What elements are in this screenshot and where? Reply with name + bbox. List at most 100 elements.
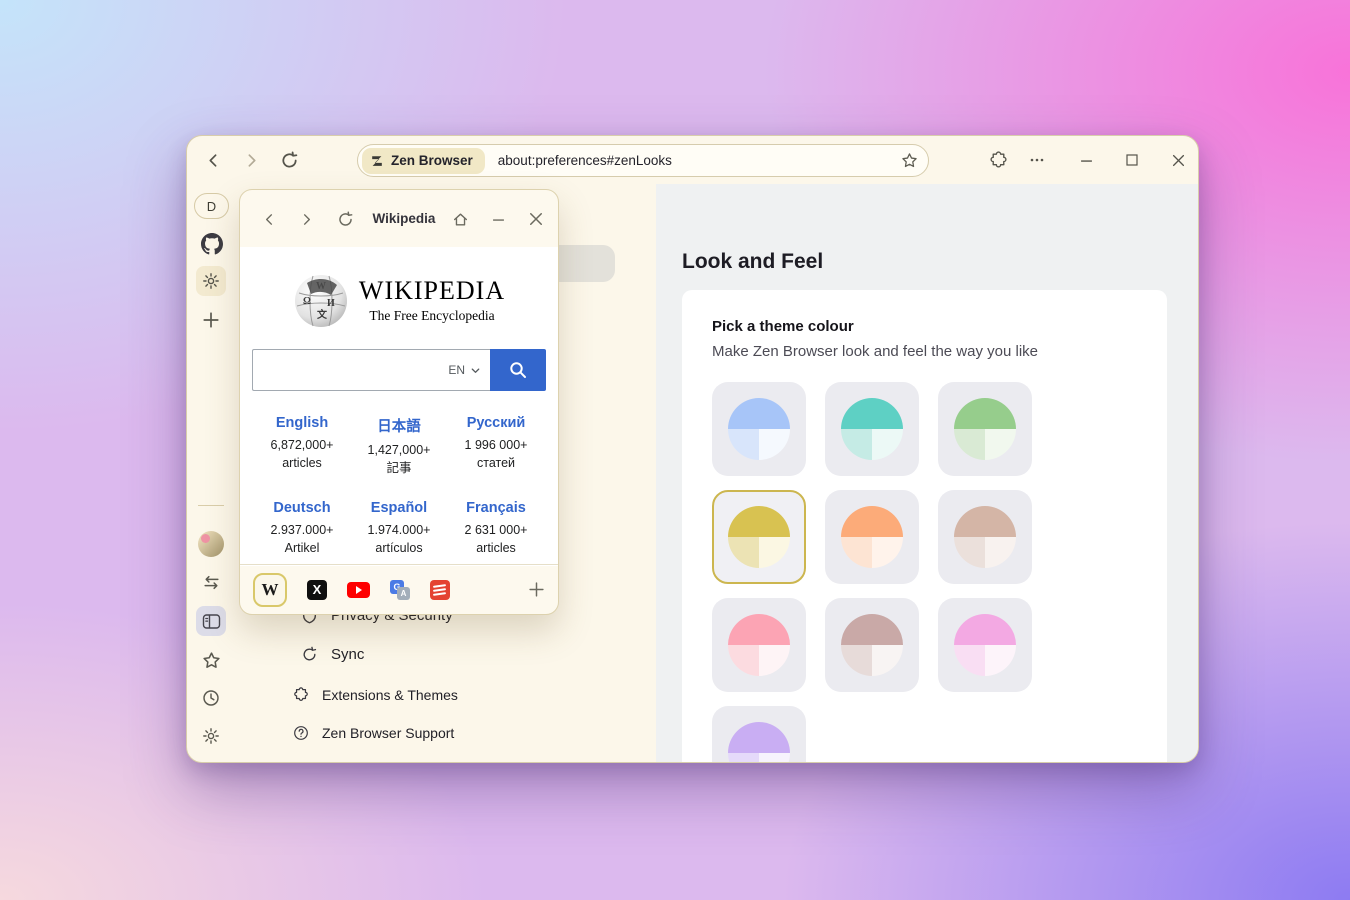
wikipedia-language-link[interactable]: 日本語 1,427,000+記事 (351, 415, 448, 477)
settings-button-bottom[interactable] (197, 723, 225, 749)
glance-reload-button[interactable] (331, 205, 359, 233)
settings-menu-extensions-themes[interactable]: Extensions & Themes (293, 687, 458, 703)
theme-swatch-tile[interactable] (825, 598, 919, 692)
wikipedia-wordmark: WIKIPEDIA (359, 278, 505, 304)
sidebar-item-settings-active[interactable] (196, 266, 226, 296)
forward-button[interactable] (237, 146, 265, 174)
glance-minimize-button[interactable] (484, 205, 512, 233)
glance-home-button[interactable] (446, 205, 474, 233)
pinned-x-twitter-icon[interactable]: X (307, 580, 327, 600)
theme-swatch-tile[interactable] (938, 490, 1032, 584)
zen-browser-tab-chip[interactable]: Zen Browser (362, 148, 485, 174)
pinned-wikipedia-icon[interactable]: W (253, 573, 287, 607)
clock-icon (202, 689, 220, 707)
reload-icon (337, 211, 354, 228)
wikipedia-language-link[interactable]: Français 2 631 000+articles (448, 500, 545, 557)
bookmark-star-button[interactable] (901, 152, 918, 169)
glance-pinned-bar: W X G A (240, 564, 558, 614)
sidebar-panel-icon (202, 613, 221, 630)
svg-text:文: 文 (317, 308, 328, 321)
profile-avatar[interactable] (198, 531, 224, 557)
settings-content-pane: Look and Feel Pick a theme colour Make Z… (656, 184, 1198, 762)
plus-icon (528, 581, 545, 598)
app-menu-button[interactable] (1023, 146, 1051, 174)
theme-swatch-circle (954, 398, 1016, 460)
theme-swatch-tile[interactable] (712, 382, 806, 476)
add-pinned-site-button[interactable] (528, 581, 545, 598)
theme-swatch-circle (841, 398, 903, 460)
wikipedia-language-link[interactable]: English 6,872,000+articles (254, 415, 351, 477)
reload-button[interactable] (275, 146, 303, 174)
url-text: about:preferences#zenLooks (498, 153, 672, 168)
svg-text:И: И (327, 298, 335, 309)
forward-icon (299, 212, 314, 227)
pinned-todoist-icon[interactable] (430, 580, 450, 600)
maximize-window-button[interactable] (1118, 146, 1146, 174)
swap-tabs-button[interactable] (197, 569, 225, 595)
card-subtitle: Make Zen Browser look and feel the way y… (712, 343, 1137, 360)
zen-logo-icon (370, 154, 384, 168)
back-icon (262, 212, 277, 227)
theme-swatch-grid (712, 382, 1137, 763)
extensions-button[interactable] (984, 146, 1012, 174)
theme-swatch-circle (841, 614, 903, 676)
bookmarks-button[interactable] (197, 647, 225, 673)
github-icon (201, 233, 223, 255)
wikipedia-language-link[interactable]: Deutsch 2.937.000+Artikel (254, 500, 351, 557)
theme-swatch-circle (728, 506, 790, 568)
theme-swatch-circle (728, 614, 790, 676)
theme-swatch-tile[interactable] (712, 598, 806, 692)
theme-swatch-tile[interactable] (825, 382, 919, 476)
sidebar-item-github[interactable] (200, 232, 224, 256)
theme-swatch-circle (728, 722, 790, 763)
theme-swatch-tile[interactable] (825, 490, 919, 584)
theme-swatch-circle (954, 506, 1016, 568)
wikipedia-page: WΩИ文 WIKIPEDIA The Free Encyclopedia EN (240, 247, 558, 566)
pinned-google-translate-icon[interactable]: G A (390, 580, 410, 600)
wikipedia-language-selector[interactable]: EN (448, 350, 481, 390)
ellipsis-icon (1029, 152, 1045, 168)
close-icon (529, 212, 543, 226)
glance-close-button[interactable] (522, 205, 550, 233)
new-tab-button[interactable] (197, 306, 225, 334)
gear-icon (202, 727, 220, 745)
card-title: Pick a theme colour (712, 318, 1137, 335)
swap-arrows-icon (202, 574, 221, 591)
theme-swatch-circle (954, 614, 1016, 676)
glance-back-button[interactable] (255, 205, 283, 233)
theme-swatch-tile[interactable] (938, 598, 1032, 692)
close-window-button[interactable] (1164, 146, 1192, 174)
wikipedia-language-link[interactable]: Español 1.974.000+artículos (351, 500, 448, 557)
zen-browser-window: Zen Browser about:preferences#zenLooks D (186, 135, 1199, 763)
workspace-indicator[interactable]: D (194, 193, 229, 219)
glance-title: Wikipedia (364, 211, 444, 226)
chevron-down-icon (470, 365, 481, 376)
history-button[interactable] (197, 685, 225, 711)
maximize-icon (1126, 154, 1138, 166)
wikipedia-globe-icon: WΩИ文 (293, 273, 349, 329)
minimize-icon (492, 213, 505, 226)
glance-forward-button[interactable] (292, 205, 320, 233)
home-icon (452, 211, 469, 228)
theme-swatch-tile[interactable] (712, 490, 806, 584)
wikipedia-search-button[interactable] (490, 349, 546, 391)
toggle-sidebar-button[interactable] (196, 606, 226, 636)
theme-swatch-circle (728, 398, 790, 460)
puzzle-icon (989, 151, 1008, 170)
glance-toolbar: Wikipedia (240, 190, 558, 247)
theme-swatch-tile[interactable] (712, 706, 806, 763)
theme-swatch-tile[interactable] (938, 382, 1032, 476)
settings-menu-label: Sync (331, 646, 364, 663)
settings-menu-sync[interactable]: Sync (301, 646, 364, 663)
back-icon (205, 152, 222, 169)
settings-menu-support[interactable]: Zen Browser Support (293, 725, 454, 741)
wikipedia-language-link[interactable]: Русский 1 996 000+статей (448, 415, 545, 477)
star-icon (901, 152, 918, 169)
sync-icon (301, 646, 318, 663)
browser-toolbar: Zen Browser about:preferences#zenLooks (187, 136, 1198, 184)
plus-icon (202, 311, 220, 329)
minimize-window-button[interactable] (1072, 146, 1100, 174)
url-bar[interactable]: Zen Browser about:preferences#zenLooks (357, 144, 929, 177)
back-button[interactable] (199, 146, 227, 174)
pinned-youtube-icon[interactable] (347, 582, 370, 598)
